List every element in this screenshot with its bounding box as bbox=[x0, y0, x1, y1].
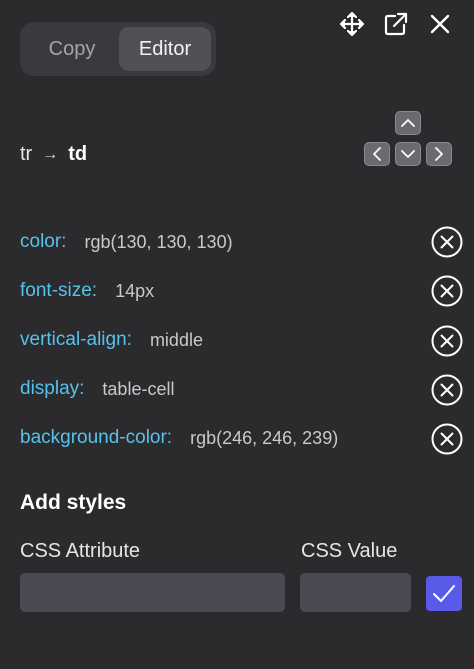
open-external-icon[interactable] bbox=[382, 10, 410, 38]
remove-style-icon[interactable] bbox=[430, 274, 464, 308]
mode-switch: Copy Editor bbox=[20, 22, 216, 76]
style-value[interactable]: 14px bbox=[115, 281, 154, 302]
close-icon[interactable] bbox=[426, 10, 454, 38]
css-attribute-input[interactable] bbox=[20, 573, 285, 612]
check-icon bbox=[433, 585, 455, 602]
css-value-label: CSS Value bbox=[301, 540, 398, 562]
style-value[interactable]: table-cell bbox=[102, 379, 174, 400]
style-value[interactable]: rgb(130, 130, 130) bbox=[84, 232, 232, 253]
style-property[interactable]: display: bbox=[20, 378, 84, 400]
remove-style-icon[interactable] bbox=[430, 225, 464, 259]
move-icon[interactable] bbox=[338, 10, 366, 38]
style-property[interactable]: background-color: bbox=[20, 427, 172, 449]
chevron-down-icon[interactable] bbox=[395, 142, 421, 166]
add-style-button[interactable] bbox=[426, 576, 462, 611]
remove-style-icon[interactable] bbox=[430, 373, 464, 407]
style-property[interactable]: color: bbox=[20, 231, 66, 253]
style-value[interactable]: middle bbox=[150, 330, 203, 351]
style-row: display: table-cell bbox=[20, 374, 174, 404]
style-value[interactable]: rgb(246, 246, 239) bbox=[190, 428, 338, 449]
editor-tab[interactable]: Editor bbox=[119, 27, 211, 71]
copy-tab[interactable]: Copy bbox=[25, 27, 119, 71]
style-row: color: rgb(130, 130, 130) bbox=[20, 227, 233, 257]
chevron-right-icon[interactable] bbox=[426, 142, 452, 166]
chevron-left-icon[interactable] bbox=[364, 142, 390, 166]
css-value-input[interactable] bbox=[300, 573, 411, 612]
style-property[interactable]: vertical-align: bbox=[20, 329, 132, 351]
add-styles-heading: Add styles bbox=[20, 491, 127, 514]
style-row: vertical-align: middle bbox=[20, 325, 203, 355]
css-attribute-label: CSS Attribute bbox=[20, 540, 141, 562]
remove-style-icon[interactable] bbox=[430, 422, 464, 456]
style-property[interactable]: font-size: bbox=[20, 280, 97, 302]
remove-style-icon[interactable] bbox=[430, 324, 464, 358]
style-row: font-size: 14px bbox=[20, 276, 154, 306]
style-row: background-color: rgb(246, 246, 239) bbox=[20, 423, 338, 453]
breadcrumb: tr → td bbox=[20, 143, 87, 166]
arrow-right-icon: → bbox=[42, 145, 59, 163]
breadcrumb-current: td bbox=[68, 143, 88, 165]
chevron-up-icon[interactable] bbox=[395, 111, 421, 135]
breadcrumb-parent[interactable]: tr bbox=[20, 143, 32, 166]
